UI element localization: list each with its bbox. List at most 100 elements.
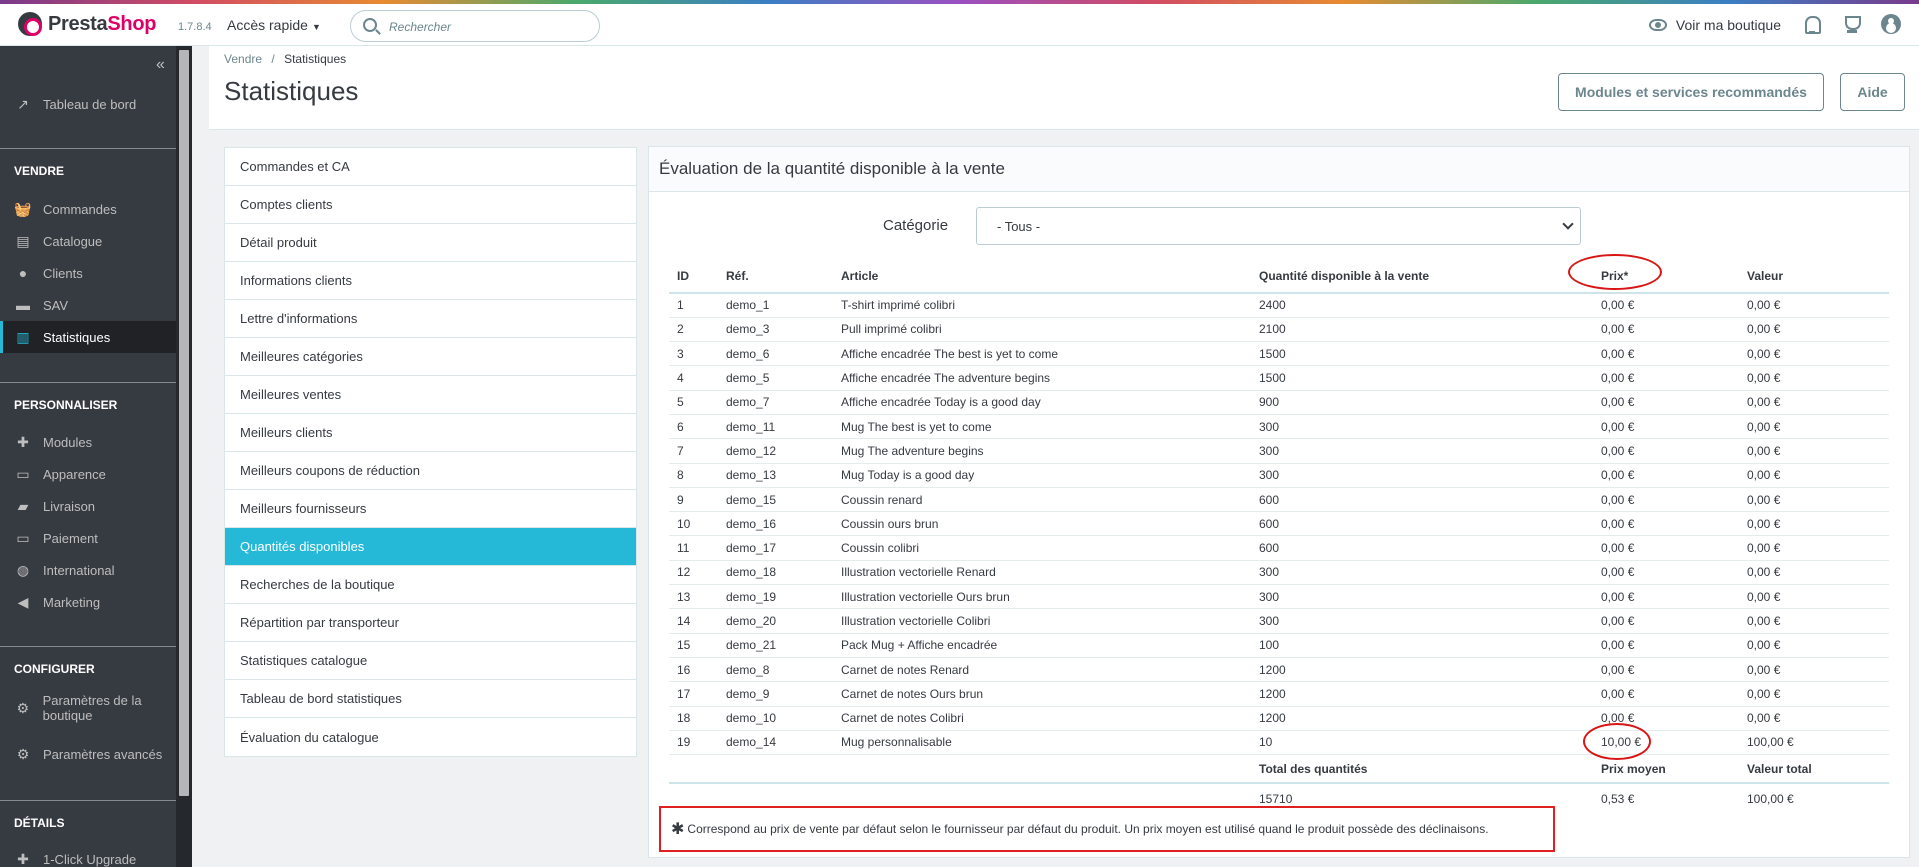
category-select[interactable]: - Tous -: [976, 207, 1581, 245]
table-cell: demo_16: [718, 511, 833, 537]
sidebar-item-dashboard[interactable]: ↗ Tableau de bord: [0, 88, 192, 120]
table-header-row: ID Réf. Article Quantité disponible à la…: [669, 259, 1889, 294]
store-icon: ▤: [16, 232, 30, 249]
credit-card-icon: ▭: [16, 529, 30, 546]
column-header[interactable]: Réf.: [718, 259, 833, 294]
sidebar-item-statistics[interactable]: ▥ Statistiques: [0, 321, 192, 353]
table-cell: 600: [1251, 535, 1593, 561]
table-cell: 0,00 €: [1739, 293, 1889, 318]
view-shop-link[interactable]: Voir ma boutique: [1676, 17, 1781, 33]
table-cell: 0,00 €: [1593, 341, 1739, 367]
table-row: 8 demo_13 Mug Today is a good day 300 0,00 €…: [669, 463, 1889, 488]
sidebar-item-appearance[interactable]: ▭ Apparence: [0, 458, 192, 490]
sidebar-item-advanced-parameters[interactable]: ⚙ Paramètres avancés: [0, 738, 192, 770]
stats-menu-item[interactable]: Tableau de bord statistiques: [225, 680, 636, 718]
sidebar-divider: [0, 800, 192, 801]
table-cell: 14: [669, 608, 718, 634]
table-cell: demo_21: [718, 633, 833, 658]
search-icon: [363, 18, 377, 32]
sidebar-item-payment[interactable]: ▭ Paiement: [0, 522, 192, 554]
stats-menu-item[interactable]: Meilleures catégories: [225, 338, 636, 376]
table-cell: 0,00 €: [1739, 487, 1889, 513]
table-cell: 17: [669, 681, 718, 707]
stats-menu-item[interactable]: Quantités disponibles: [225, 528, 636, 566]
total-quantities-label: Total des quantités: [1259, 762, 1368, 776]
panel-title: Évaluation de la quantité disponible à l…: [649, 147, 1909, 192]
stats-menu-item[interactable]: Répartition par transporteur: [225, 604, 636, 642]
table-cell: demo_3: [718, 317, 833, 343]
column-header[interactable]: Valeur: [1739, 259, 1889, 294]
stats-menu-item[interactable]: Meilleurs clients: [225, 414, 636, 452]
stats-menu-item[interactable]: Évaluation du catalogue: [225, 718, 636, 756]
sidebar-item-catalog[interactable]: ▤ Catalogue: [0, 225, 192, 257]
table-cell: 0,00 €: [1739, 608, 1889, 634]
sidebar-scrollbar[interactable]: [176, 46, 192, 867]
average-price-value: 0,53 €: [1601, 792, 1635, 806]
megaphone-icon: ◀: [17, 593, 29, 610]
column-header[interactable]: ID: [669, 259, 718, 294]
stats-menu-item[interactable]: Comptes clients: [225, 186, 636, 224]
table-cell: 2: [669, 317, 718, 343]
breadcrumb-parent-link[interactable]: Vendre: [224, 52, 262, 66]
account-circle-icon: ●: [18, 265, 28, 281]
table-cell: demo_17: [718, 535, 833, 561]
table-row: 2 demo_3 Pull imprimé colibri 2100 0,00 €0,0…: [669, 317, 1889, 343]
sidebar-item-shipping[interactable]: ▰ Livraison: [0, 490, 192, 522]
sidebar-divider: [0, 148, 192, 149]
stats-menu-item[interactable]: Lettre d'informations: [225, 300, 636, 338]
table-cell: demo_8: [718, 657, 833, 683]
help-button[interactable]: Aide: [1840, 73, 1905, 111]
stats-menu-item[interactable]: Commandes et CA: [225, 148, 636, 186]
sidebar-item-1-click-upgrade[interactable]: ✚ 1-Click Upgrade: [0, 843, 192, 867]
table-cell: demo_15: [718, 487, 833, 513]
user-icon[interactable]: [1881, 14, 1903, 36]
sidebar-item-customers[interactable]: ● Clients: [0, 257, 192, 289]
table-cell: 16: [669, 657, 718, 683]
category-label: Catégorie: [883, 217, 949, 234]
prestashop-logo-icon: [18, 12, 42, 36]
table-cell: 0,00 €: [1739, 511, 1889, 537]
table-cell: 300: [1251, 608, 1593, 634]
column-header[interactable]: Quantité disponible à la vente: [1251, 259, 1593, 294]
total-value-value: 100,00 €: [1747, 792, 1794, 806]
table-cell: 0,00 €: [1739, 390, 1889, 415]
recommended-modules-button[interactable]: Modules et services recommandés: [1558, 73, 1824, 111]
table-cell: 0,00 €: [1739, 341, 1889, 367]
stats-menu-item[interactable]: Meilleurs coupons de réduction: [225, 452, 636, 490]
trophy-icon[interactable]: [1841, 14, 1863, 36]
page-header: Vendre / Statistiques Statistiques Modul…: [209, 46, 1919, 130]
sidebar-item-sav[interactable]: ▬ SAV: [0, 289, 192, 321]
search-input[interactable]: Rechercher: [350, 10, 600, 42]
header-right-actions: Voir ma boutique: [1648, 4, 1919, 46]
table-cell: 600: [1251, 511, 1593, 537]
table-cell: 19: [669, 730, 718, 756]
table-cell: 0,00 €: [1593, 317, 1739, 343]
table-row: 9 demo_15 Coussin renard 600 0,00 €0,00 €: [669, 487, 1889, 513]
collapse-sidebar-icon[interactable]: «: [156, 56, 165, 74]
table-row: 10 demo_16 Coussin ours brun 600 0,00 €0,00 …: [669, 511, 1889, 537]
table-cell: 0,00 €: [1739, 535, 1889, 561]
bar-chart-icon: ▥: [16, 328, 30, 345]
sidebar-item-orders[interactable]: 🧺 Commandes: [0, 193, 192, 225]
stats-menu-item[interactable]: Meilleurs fournisseurs: [225, 490, 636, 528]
stats-menu-item[interactable]: Recherches de la boutique: [225, 566, 636, 604]
table-cell: demo_20: [718, 608, 833, 634]
sidebar-scrollbar-thumb[interactable]: [179, 50, 189, 796]
gear-icon: ⚙: [16, 699, 30, 716]
table-cell: 0,00 €: [1739, 584, 1889, 610]
page-title: Statistiques: [224, 76, 359, 106]
stats-menu-item[interactable]: Informations clients: [225, 262, 636, 300]
sidebar-item-modules[interactable]: ✚ Modules: [0, 426, 192, 458]
stats-menu-item[interactable]: Détail produit: [225, 224, 636, 262]
stats-menu-item[interactable]: Statistiques catalogue: [225, 642, 636, 680]
column-header[interactable]: Article: [833, 259, 1251, 294]
chevron-down-icon: [1562, 218, 1574, 230]
sidebar-item-international[interactable]: ◍ International: [0, 554, 192, 586]
sidebar-item-shop-parameters[interactable]: ⚙ Paramètres de la boutique: [0, 688, 192, 728]
prestashop-logo[interactable]: PrestaShop: [18, 12, 156, 36]
quick-access-dropdown[interactable]: Accès rapide ▼: [227, 17, 321, 33]
bell-icon[interactable]: [1801, 14, 1823, 36]
stats-menu-item[interactable]: Meilleures ventes: [225, 376, 636, 414]
table-cell: demo_13: [718, 463, 833, 488]
sidebar-item-marketing[interactable]: ◀ Marketing: [0, 586, 192, 618]
